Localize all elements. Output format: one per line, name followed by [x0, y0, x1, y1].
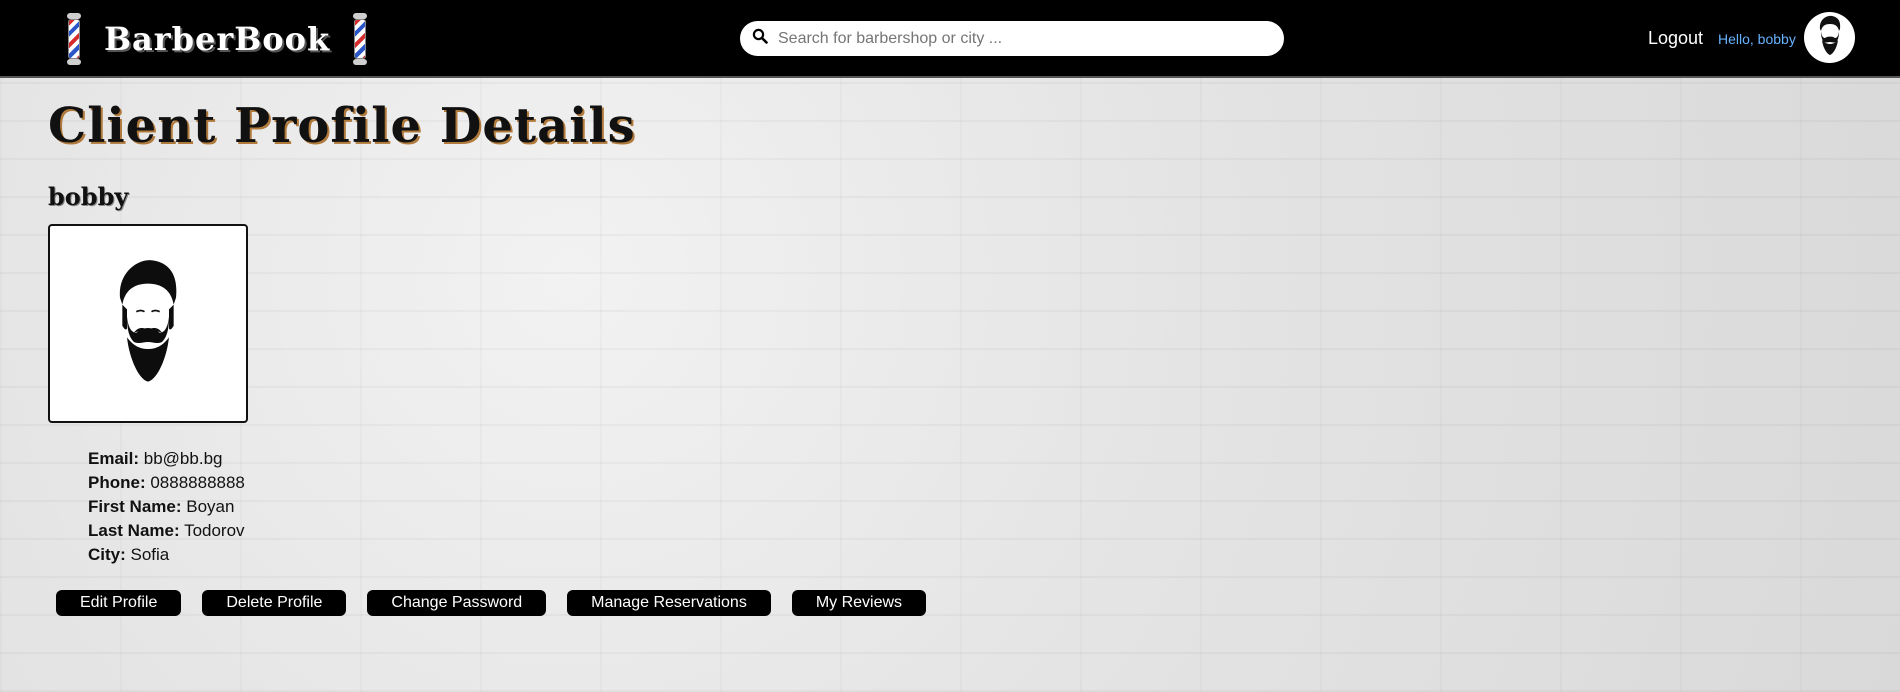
change-password-button[interactable]: Change Password — [367, 590, 547, 616]
detail-email: Email: bb@bb.bg — [88, 447, 245, 471]
my-reviews-button[interactable]: My Reviews — [791, 590, 927, 616]
search-icon — [752, 28, 768, 49]
detail-value: Sofia — [130, 545, 170, 564]
user-greeting[interactable]: Hello, bobby — [1718, 31, 1796, 47]
profile-picture — [48, 224, 248, 423]
detail-first-name: First Name: Boyan — [88, 495, 245, 519]
barber-pole-icon — [64, 13, 84, 65]
detail-value: bb@bb.bg — [143, 449, 223, 468]
detail-label: First Name: — [88, 497, 182, 516]
detail-label: Email: — [88, 449, 140, 468]
delete-profile-button[interactable]: Delete Profile — [202, 590, 347, 616]
profile-username: bobby — [48, 182, 129, 211]
detail-value: Todorov — [184, 521, 245, 540]
manage-reservations-button[interactable]: Manage Reservations — [567, 590, 771, 616]
detail-city: City: Sofia — [88, 543, 245, 567]
profile-details: Email: bb@bb.bg Phone: 0888888888 First … — [88, 447, 245, 567]
detail-phone: Phone: 0888888888 — [88, 471, 245, 495]
detail-last-name: Last Name: Todorov — [88, 519, 245, 543]
search-input[interactable] — [778, 29, 1258, 48]
detail-value: 0888888888 — [150, 473, 245, 492]
logout-link[interactable]: Logout — [1648, 28, 1703, 49]
detail-label: Phone: — [88, 473, 146, 492]
detail-value: Boyan — [186, 497, 235, 516]
search-bar[interactable] — [740, 21, 1284, 56]
beard-avatar-icon — [1815, 14, 1845, 61]
user-avatar[interactable] — [1804, 12, 1855, 63]
page-title: Client Profile Details — [48, 98, 636, 154]
detail-label: City: — [88, 545, 126, 564]
profile-actions: Edit Profile Delete Profile Change Passw… — [56, 590, 947, 616]
edit-profile-button[interactable]: Edit Profile — [56, 590, 182, 616]
barber-pole-icon — [350, 13, 370, 65]
brand-name[interactable]: BarberBook — [104, 20, 330, 58]
beard-avatar-icon — [113, 258, 183, 389]
detail-label: Last Name: — [88, 521, 180, 540]
brand-logo[interactable]: BarberBook — [64, 12, 370, 66]
navbar: BarberBook Logout Hello, bobby — [0, 0, 1900, 78]
